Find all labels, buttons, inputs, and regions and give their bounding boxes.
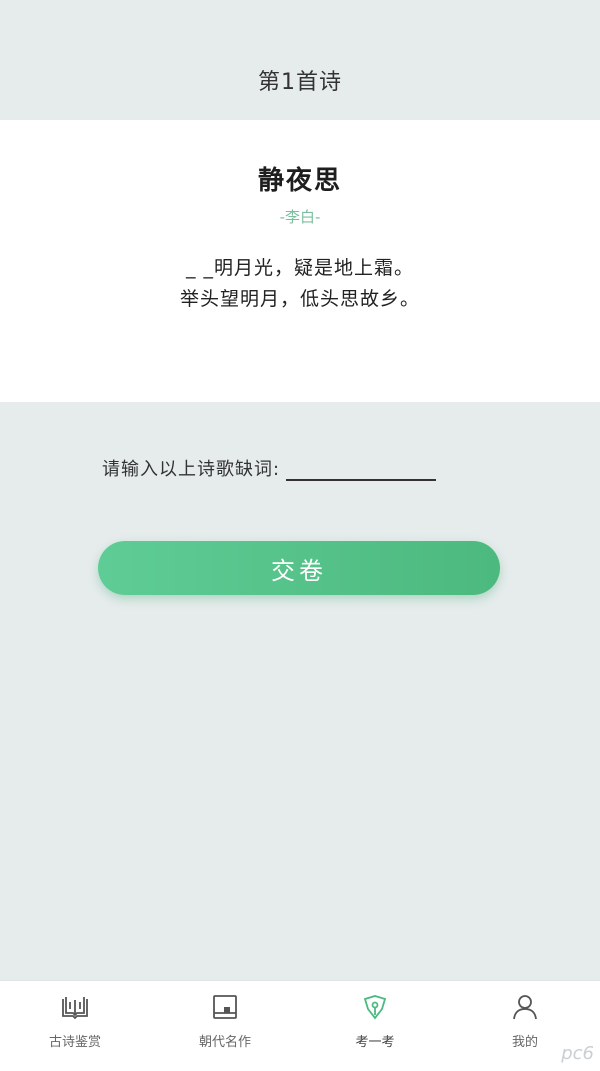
poem-title: 静夜思 — [257, 166, 342, 196]
top-header: 第1首诗 — [0, 0, 600, 120]
poem-line: 举头望明月，低头思故乡。 — [179, 288, 420, 310]
tab-label: 考一考 — [355, 1035, 395, 1050]
tab-label: 朝代名作 — [198, 1035, 251, 1050]
tab-label: 古诗鉴赏 — [48, 1035, 101, 1050]
poem-line: _ _明月光，疑是地上霜。 — [185, 257, 415, 279]
bottom-tab-bar: 古诗鉴赏 朝代名作 考一考 我的 — [0, 980, 600, 1071]
pen-nib-icon — [360, 993, 390, 1025]
watermark-logo: pc6 — [561, 1043, 594, 1064]
answer-row: 请输入以上诗歌缺词: — [102, 455, 437, 481]
tab-poetry-appreciation[interactable]: 古诗鉴赏 — [0, 981, 150, 1071]
notebook-icon — [210, 993, 240, 1025]
tab-label: 我的 — [511, 1035, 538, 1050]
tab-dynasty-works[interactable]: 朝代名作 — [150, 981, 300, 1071]
open-book-icon — [60, 993, 90, 1025]
answer-prompt: 请输入以上诗歌缺词: — [102, 459, 281, 480]
poem-card: 静夜思 -李白- _ _明月光，疑是地上霜。 举头望明月，低头思故乡。 — [0, 120, 600, 402]
answer-input[interactable] — [286, 457, 437, 481]
tab-quiz[interactable]: 考一考 — [300, 981, 450, 1071]
poem-author: -李白- — [279, 208, 321, 226]
submit-button[interactable]: 交卷 — [98, 541, 500, 595]
user-icon — [510, 993, 540, 1025]
page-title: 第1首诗 — [258, 70, 342, 95]
